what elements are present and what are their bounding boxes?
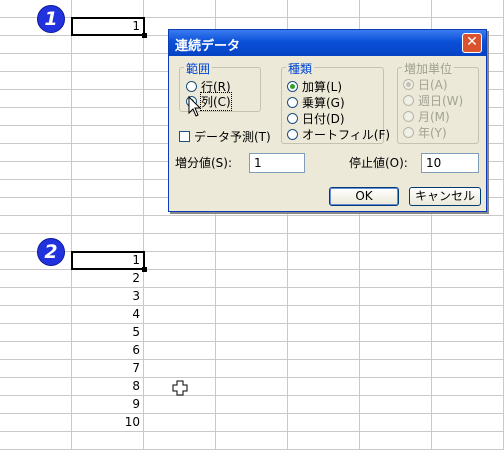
step-1-badge: 1: [37, 5, 65, 33]
series-cell[interactable]: 5: [72, 324, 142, 341]
radio-label: オートフィル(F): [302, 127, 391, 142]
cell-value[interactable]: 1: [72, 18, 142, 35]
series-cell[interactable]: 4: [72, 306, 142, 323]
series-cell[interactable]: 8: [72, 378, 142, 395]
radio-button[interactable]: [186, 80, 197, 92]
radio-date[interactable]: 日付(D): [287, 110, 345, 126]
radio-label: 日付(D): [302, 111, 345, 126]
radio-month[interactable]: 月(M): [403, 108, 450, 124]
radio-button[interactable]: [403, 94, 414, 106]
grid-row-line: [0, 233, 504, 234]
radio-day[interactable]: 日(A): [403, 76, 448, 92]
radio-button[interactable]: [287, 128, 298, 140]
step-2-badge: 2: [37, 238, 65, 266]
series-cell[interactable]: 10: [72, 414, 142, 431]
date-unit-group-title: 増加単位: [402, 60, 455, 77]
radio-button[interactable]: [287, 96, 298, 108]
radio-label: 加算(L): [302, 79, 343, 94]
type-group-title: 種類: [286, 60, 315, 77]
radio-growth[interactable]: 乗算(G): [287, 94, 345, 110]
cancel-button[interactable]: キャンセル: [409, 187, 481, 206]
stop-value-input[interactable]: 10: [421, 153, 479, 173]
radio-linear[interactable]: 加算(L): [287, 78, 342, 94]
radio-weekday[interactable]: 週日(W): [403, 92, 463, 108]
radio-label: 列(C): [200, 91, 232, 111]
trend-checkbox-row[interactable]: データ予測(T): [179, 128, 271, 144]
radio-label: 乗算(G): [302, 95, 345, 110]
trend-checkbox[interactable]: [179, 130, 190, 142]
dialog-title: 連続データ: [175, 39, 241, 54]
grid-row-line: [0, 431, 504, 432]
radio-label: 日(A): [418, 77, 448, 92]
step-value-label: 増分値(S):: [175, 156, 233, 170]
close-icon[interactable]: ✕: [462, 33, 482, 53]
step-value-input[interactable]: 1: [249, 153, 305, 173]
grid-row-line: [0, 215, 504, 216]
radio-label: 月(M): [418, 109, 450, 124]
fill-handle[interactable]: [142, 33, 147, 38]
cross-cursor-icon: [172, 380, 188, 396]
range-group-title: 範囲: [184, 60, 213, 77]
radio-button[interactable]: [403, 110, 414, 122]
radio-label: 週日(W): [418, 93, 464, 108]
series-cell[interactable]: 2: [72, 270, 142, 287]
grid-column-line: [143, 0, 144, 450]
series-cell[interactable]: 6: [72, 342, 142, 359]
series-cell[interactable]: 1: [72, 252, 142, 269]
radio-year[interactable]: 年(Y): [403, 124, 447, 140]
series-cell[interactable]: 3: [72, 288, 142, 305]
radio-label: 年(Y): [418, 125, 447, 140]
ok-button[interactable]: OK: [329, 187, 399, 206]
radio-button[interactable]: [287, 112, 298, 124]
radio-autofill[interactable]: オートフィル(F): [287, 126, 390, 142]
series-dialog: 連続データ ✕ 範囲 行(R) 列(C) 種類 加算(L) 乗算(G) 日付(D…: [168, 29, 487, 212]
arrow-pointer-icon: [188, 96, 202, 117]
series-cell[interactable]: 9: [72, 396, 142, 413]
series-cell[interactable]: 7: [72, 360, 142, 377]
fill-handle[interactable]: [142, 267, 147, 272]
stop-value-label: 停止値(O):: [349, 156, 408, 170]
dialog-title-bar[interactable]: 連続データ ✕: [169, 30, 486, 56]
radio-button[interactable]: [403, 78, 414, 90]
radio-button[interactable]: [403, 126, 414, 138]
radio-button[interactable]: [287, 80, 298, 92]
trend-checkbox-label: データ予測(T): [194, 129, 271, 144]
